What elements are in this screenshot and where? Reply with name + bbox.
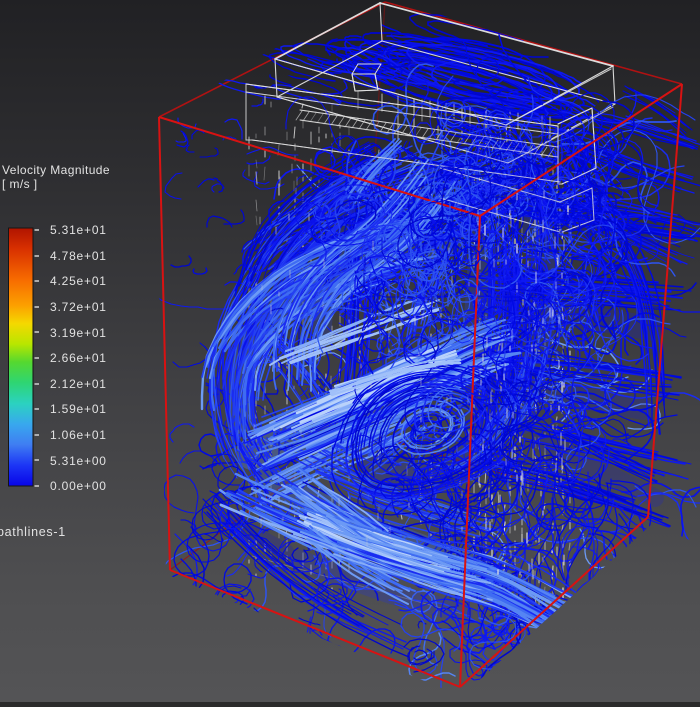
svg-text:2.66e+01: 2.66e+01 <box>50 351 107 365</box>
svg-text:3.72e+01: 3.72e+01 <box>50 300 107 314</box>
svg-text:1.59e+01: 1.59e+01 <box>50 402 107 416</box>
svg-text:0.00e+00: 0.00e+00 <box>50 479 107 493</box>
svg-text:5.31e+00: 5.31e+00 <box>50 454 107 468</box>
svg-text:Velocity Magnitude: Velocity Magnitude <box>2 163 110 177</box>
svg-text:5.31e+01: 5.31e+01 <box>50 223 107 237</box>
svg-text:[ m/s ]: [ m/s ] <box>2 177 37 191</box>
svg-text:4.78e+01: 4.78e+01 <box>50 249 107 263</box>
svg-text:1.06e+01: 1.06e+01 <box>50 428 107 442</box>
svg-text:2.12e+01: 2.12e+01 <box>50 377 107 391</box>
svg-text:pathlines-1: pathlines-1 <box>0 525 66 539</box>
svg-text:3.19e+01: 3.19e+01 <box>50 326 107 340</box>
svg-text:4.25e+01: 4.25e+01 <box>50 274 107 288</box>
